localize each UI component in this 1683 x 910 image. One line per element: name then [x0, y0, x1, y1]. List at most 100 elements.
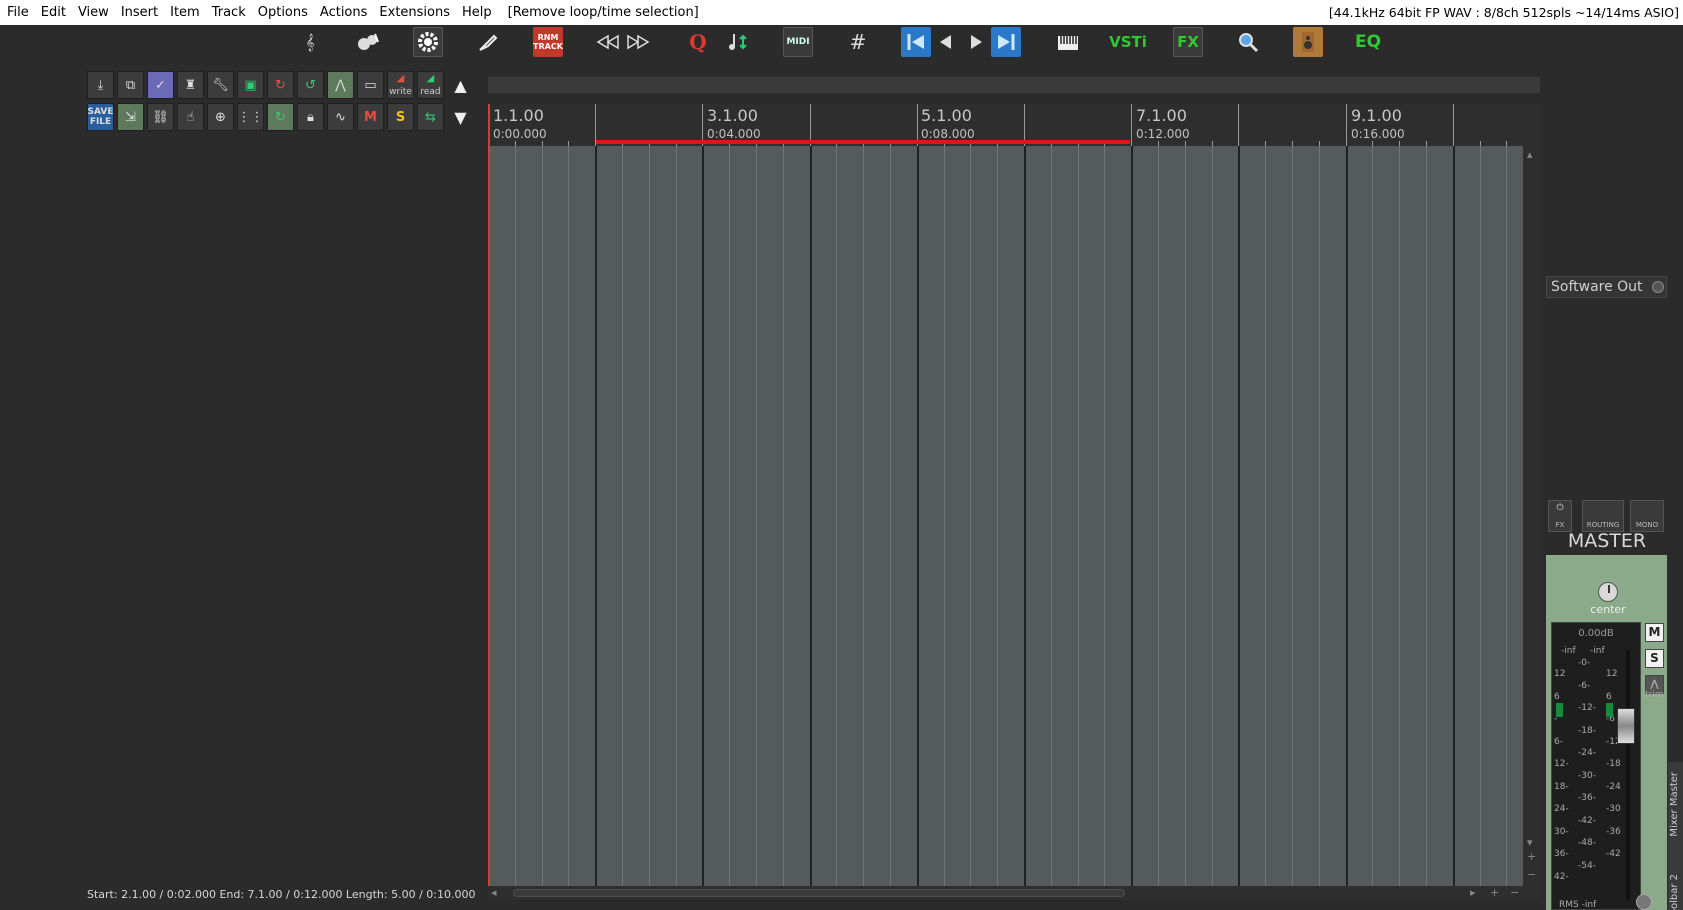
audio-device-status[interactable]: [44.1kHz 64bit FP WAV : 8/8ch 512spls ~1…	[1329, 0, 1679, 25]
metronome-icon[interactable]	[353, 27, 383, 57]
menu-extensions[interactable]: Extensions	[373, 0, 456, 25]
beat-line	[1050, 146, 1052, 886]
menu-options[interactable]: Options	[252, 0, 314, 25]
bar-line	[702, 146, 705, 886]
brush-icon[interactable]: ♜	[177, 71, 204, 99]
speaker-icon[interactable]	[1293, 27, 1323, 57]
go-to-end-icon[interactable]	[991, 27, 1021, 57]
lock-icon[interactable]: 🔒︎	[297, 103, 324, 131]
keyboard-icon[interactable]	[1053, 27, 1083, 57]
meter-scale-right: 12	[1606, 669, 1618, 679]
master-fx-button[interactable]: ⏻ FX	[1548, 500, 1572, 532]
envelope-icon[interactable]: ⋀	[327, 71, 354, 99]
beat-line	[1372, 146, 1374, 886]
quantize-button[interactable]: Q	[683, 27, 713, 57]
select-items-icon[interactable]: ⊕	[207, 103, 234, 131]
scroll-up-icon[interactable]: ▴	[1527, 148, 1533, 161]
rewind-icon[interactable]	[593, 27, 623, 57]
zoom-out-horizontal-icon[interactable]: −	[1510, 886, 1519, 899]
beat-line	[890, 146, 891, 886]
pan-knob[interactable]	[1598, 582, 1618, 602]
beat-line	[1479, 146, 1481, 886]
fast-forward-icon[interactable]	[623, 27, 653, 57]
volume-fader[interactable]	[1617, 708, 1635, 744]
zoom-out-vertical-icon[interactable]: −	[1527, 868, 1536, 881]
scroll-down-icon[interactable]: ▾	[1527, 836, 1533, 849]
volume-fader-track[interactable]	[1626, 650, 1630, 900]
master-solo-button[interactable]: S	[1645, 649, 1664, 668]
snap-icon[interactable]: ↻	[267, 103, 294, 131]
output-knob[interactable]	[1652, 281, 1664, 293]
folder-icon[interactable]: ▣	[237, 71, 264, 99]
gear-icon[interactable]	[413, 27, 443, 57]
scroll-right-icon[interactable]: ▸	[1470, 886, 1476, 899]
master-mute-button[interactable]: M	[1645, 623, 1664, 642]
route-icon[interactable]: ⇆	[417, 103, 444, 131]
mute-toolbar-button[interactable]: M	[357, 103, 384, 131]
meter-level-left	[1556, 703, 1563, 717]
zoom-in-vertical-icon[interactable]: +	[1527, 850, 1536, 863]
eq-button[interactable]: EQ	[1353, 27, 1383, 57]
master-mono-button[interactable]: MONO	[1630, 500, 1664, 532]
menu-help[interactable]: Help	[456, 0, 498, 25]
mixer-master-docker-tab[interactable]: Mixer Master oolbar 2	[1668, 762, 1683, 910]
menu-actions[interactable]: Actions	[314, 0, 374, 25]
power-icon: ⏻	[1556, 503, 1564, 513]
marker-pen-icon[interactable]	[473, 27, 503, 57]
go-to-start-icon[interactable]	[901, 27, 931, 57]
read-automation-button[interactable]: ◢ read	[417, 71, 444, 99]
write-automation-button[interactable]: ◢ write	[387, 71, 414, 99]
track-control-panel[interactable]	[0, 136, 487, 880]
wrench-icon[interactable]: 🔧︎	[207, 71, 234, 99]
render-icon[interactable]: ⧉	[117, 71, 144, 99]
region-lane[interactable]	[488, 77, 1540, 93]
scroll-left-icon[interactable]: ◂	[491, 886, 497, 899]
checkmark-icon[interactable]: ✓	[147, 71, 174, 99]
menu-view[interactable]: View	[72, 0, 115, 25]
zoom-in-horizontal-icon[interactable]: +	[1490, 886, 1499, 899]
menu-item[interactable]: Item	[164, 0, 206, 25]
ripple-icon[interactable]: ▭	[357, 71, 384, 99]
fx-button[interactable]: FX	[1173, 27, 1203, 57]
grid-icon[interactable]: #	[843, 27, 873, 57]
master-routing-button[interactable]: ROUTING	[1582, 500, 1624, 532]
loop-red-icon[interactable]: ↻	[267, 71, 294, 99]
horizontal-scrollbar[interactable]: ◂ ▸ + −	[488, 886, 1540, 900]
output-device-label[interactable]: Software Out	[1546, 276, 1667, 298]
split-icon[interactable]: ⇲	[117, 103, 144, 131]
vsti-button[interactable]: VSTi	[1109, 27, 1147, 57]
magnifier-icon[interactable]	[1233, 27, 1263, 57]
time-selection-bar[interactable]	[596, 140, 1130, 144]
meter-scale-left: 24-	[1554, 804, 1569, 814]
menu-track[interactable]: Track	[206, 0, 252, 25]
horizontal-scroll-thumb[interactable]	[513, 889, 1125, 897]
play-reverse-icon[interactable]	[931, 27, 961, 57]
play-icon[interactable]	[961, 27, 991, 57]
menu-edit[interactable]: Edit	[35, 0, 72, 25]
rename-track-button[interactable]: RNM TRACK	[533, 27, 563, 57]
ruler-time-label: 0:04.000	[707, 127, 761, 141]
ruler-time-label: 0:12.000	[1136, 127, 1190, 141]
bar-line	[916, 146, 919, 886]
master-settings-icon[interactable]	[1636, 894, 1652, 910]
arrange-view[interactable]	[488, 146, 1523, 886]
arrow-down-icon[interactable]: ▼	[447, 103, 474, 131]
treble-clef-icon[interactable]: 𝄞	[295, 27, 325, 57]
download-icon[interactable]: ⤓	[87, 71, 114, 99]
menu-file[interactable]: File	[0, 0, 35, 25]
arrow-up-icon[interactable]: ▲	[447, 71, 474, 99]
waveform-icon[interactable]: ∿	[327, 103, 354, 131]
midi-editor-button[interactable]: MIDI	[783, 27, 813, 57]
grid-lines-icon[interactable]: ⋮⋮	[237, 103, 264, 131]
cursor-grid-icon[interactable]: ☝︎	[177, 103, 204, 131]
master-mono-label: MONO	[1635, 521, 1659, 529]
write-label: write	[389, 87, 412, 97]
solo-toolbar-button[interactable]: S	[387, 103, 414, 131]
save-file-button[interactable]: SAVE FILE	[87, 103, 114, 131]
menu-insert[interactable]: Insert	[115, 0, 164, 25]
note-arrows-icon[interactable]	[723, 27, 753, 57]
vertical-scrollbar[interactable]: ▴ ▾ + −	[1523, 146, 1540, 886]
link-icon[interactable]: ⛓︎	[147, 103, 174, 131]
volume-readout[interactable]: 0.00dB	[1551, 628, 1641, 639]
loop-green-icon[interactable]: ↺	[297, 71, 324, 99]
